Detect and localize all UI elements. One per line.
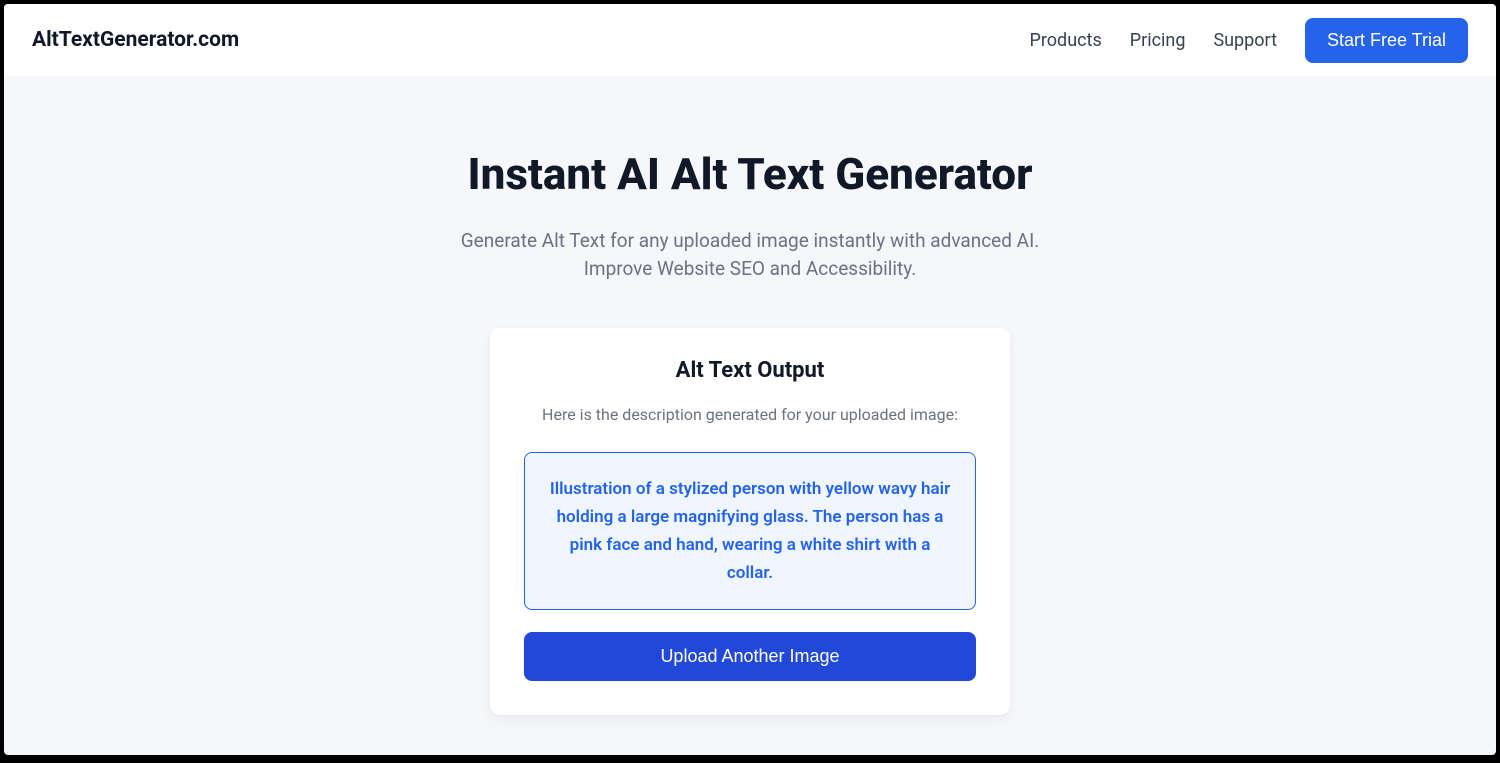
card-title: Alt Text Output [676, 358, 825, 383]
card-subtitle: Here is the description generated for yo… [542, 405, 958, 424]
nav-link-pricing[interactable]: Pricing [1130, 30, 1186, 51]
hero-section: Instant AI Alt Text Generator Generate A… [4, 76, 1496, 755]
brand-logo[interactable]: AltTextGenerator.com [32, 28, 239, 52]
alt-text-output-box: Illustration of a stylized person with y… [524, 452, 976, 610]
navbar: AltTextGenerator.com Products Pricing Su… [4, 4, 1496, 76]
alt-text-output: Illustration of a stylized person with y… [545, 475, 955, 587]
hero-title: Instant AI Alt Text Generator [467, 148, 1032, 201]
output-card: Alt Text Output Here is the description … [490, 328, 1010, 715]
start-free-trial-button[interactable]: Start Free Trial [1305, 18, 1468, 63]
nav-right: Products Pricing Support Start Free Tria… [1030, 18, 1468, 63]
nav-link-support[interactable]: Support [1213, 30, 1277, 51]
nav-link-products[interactable]: Products [1030, 30, 1102, 51]
hero-subtitle: Generate Alt Text for any uploaded image… [430, 227, 1070, 284]
upload-another-image-button[interactable]: Upload Another Image [524, 632, 976, 681]
